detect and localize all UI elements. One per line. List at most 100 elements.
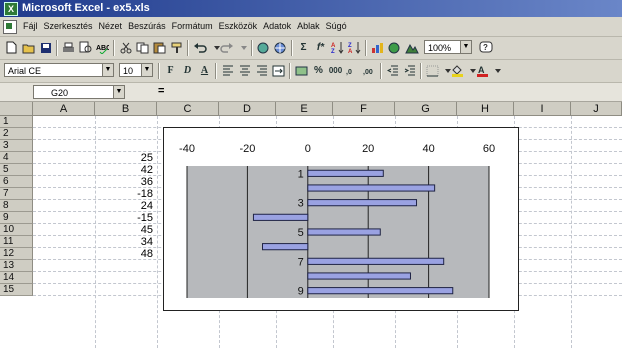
- column-header-a[interactable]: A: [33, 102, 95, 116]
- font-name-select[interactable]: Arial CE ▼: [4, 63, 114, 77]
- cell-b11[interactable]: 34: [95, 236, 153, 248]
- drawing-icon[interactable]: [404, 40, 419, 55]
- function-icon[interactable]: f*: [313, 40, 328, 55]
- column-header-i[interactable]: I: [514, 102, 571, 116]
- hyperlink-icon[interactable]: [256, 40, 271, 55]
- svg-text:,00: ,00: [363, 69, 373, 76]
- column-header-e[interactable]: E: [276, 102, 333, 116]
- format-painter-icon[interactable]: [169, 40, 184, 55]
- align-left-icon[interactable]: [220, 63, 235, 78]
- decrease-indent-icon[interactable]: [385, 63, 400, 78]
- font-color-icon[interactable]: A: [475, 63, 490, 78]
- cell-b12[interactable]: 48: [95, 248, 153, 260]
- row-header[interactable]: 5: [0, 164, 33, 176]
- row-header[interactable]: 6: [0, 176, 33, 188]
- chevron-down-icon[interactable]: ▼: [113, 86, 124, 98]
- save-icon[interactable]: [38, 40, 53, 55]
- bold-button[interactable]: F: [163, 63, 178, 78]
- menu-help[interactable]: Súgó: [323, 17, 350, 36]
- select-all-corner[interactable]: [0, 102, 33, 116]
- increase-decimal-icon[interactable]: ,0: [345, 63, 360, 78]
- new-icon[interactable]: [4, 40, 19, 55]
- menu-edit[interactable]: Szerkesztés: [41, 17, 96, 36]
- spelling-icon[interactable]: ABC: [95, 40, 110, 55]
- redo-icon[interactable]: [219, 40, 234, 55]
- row-header[interactable]: 10: [0, 224, 33, 236]
- embedded-chart[interactable]: -40 -20 0 20 40 60 1 3 5 7 9: [163, 127, 519, 311]
- row-header[interactable]: 4: [0, 152, 33, 164]
- map-icon[interactable]: [387, 40, 402, 55]
- menu-format[interactable]: Formátum: [169, 17, 216, 36]
- web-toolbar-icon[interactable]: [273, 40, 288, 55]
- workbook-icon[interactable]: [3, 20, 17, 34]
- redo-dropdown-icon[interactable]: [236, 40, 251, 55]
- menu-insert[interactable]: Beszúrás: [125, 17, 169, 36]
- currency-icon[interactable]: [294, 63, 309, 78]
- increase-indent-icon[interactable]: [402, 63, 417, 78]
- align-right-icon[interactable]: [254, 63, 269, 78]
- autosum-icon[interactable]: Σ: [296, 40, 311, 55]
- row-header[interactable]: 12: [0, 248, 33, 260]
- font-size-select[interactable]: 10 ▼: [119, 63, 153, 77]
- excel-app-icon[interactable]: X: [4, 2, 18, 16]
- bar-chart[interactable]: -40 -20 0 20 40 60 1 3 5 7 9: [164, 128, 518, 310]
- column-header-f[interactable]: F: [333, 102, 395, 116]
- cell-b8[interactable]: 24: [95, 200, 153, 212]
- column-header-c[interactable]: C: [157, 102, 219, 116]
- borders-icon[interactable]: [425, 63, 440, 78]
- cut-icon[interactable]: [118, 40, 133, 55]
- menu-file[interactable]: Fájl: [20, 17, 41, 36]
- menu-tools[interactable]: Eszközök: [216, 17, 261, 36]
- print-preview-icon[interactable]: [78, 40, 93, 55]
- row-header[interactable]: 3: [0, 140, 33, 152]
- cell-b7[interactable]: -18: [95, 188, 153, 200]
- menu-view[interactable]: Nézet: [96, 17, 126, 36]
- cell-b10[interactable]: 45: [95, 224, 153, 236]
- row-header[interactable]: 15: [0, 284, 33, 296]
- copy-icon[interactable]: [135, 40, 150, 55]
- column-header-g[interactable]: G: [395, 102, 457, 116]
- percent-button[interactable]: %: [311, 63, 326, 78]
- fill-color-icon[interactable]: [450, 63, 465, 78]
- help-icon[interactable]: ?: [478, 40, 493, 55]
- cell-b6[interactable]: 36: [95, 176, 153, 188]
- menu-window[interactable]: Ablak: [294, 17, 323, 36]
- merge-center-icon[interactable]: [271, 63, 286, 78]
- font-color-dropdown-icon[interactable]: [490, 63, 505, 78]
- chart-wizard-icon[interactable]: [370, 40, 385, 55]
- row-header[interactable]: 2: [0, 128, 33, 140]
- row-header[interactable]: 9: [0, 212, 33, 224]
- column-header-b[interactable]: B: [95, 102, 157, 116]
- cell-b9[interactable]: -15: [95, 212, 153, 224]
- chevron-down-icon[interactable]: ▼: [102, 64, 113, 76]
- column-header-d[interactable]: D: [219, 102, 276, 116]
- cell-b4[interactable]: 25: [95, 152, 153, 164]
- row-header[interactable]: 1: [0, 116, 33, 128]
- row-header[interactable]: 8: [0, 200, 33, 212]
- column-header-h[interactable]: H: [457, 102, 514, 116]
- thousands-button[interactable]: 000: [328, 63, 343, 78]
- name-box[interactable]: G20 ▼: [33, 85, 125, 99]
- italic-button[interactable]: D: [180, 63, 195, 78]
- formula-input[interactable]: [172, 85, 620, 99]
- column-header-j[interactable]: J: [571, 102, 622, 116]
- print-icon[interactable]: [61, 40, 76, 55]
- align-center-icon[interactable]: [237, 63, 252, 78]
- chevron-down-icon[interactable]: ▼: [460, 41, 471, 53]
- zoom-select[interactable]: 100% ▼: [424, 40, 472, 54]
- decrease-decimal-icon[interactable]: ,00: [362, 63, 377, 78]
- row-header[interactable]: 7: [0, 188, 33, 200]
- sort-ascending-icon[interactable]: AZ: [330, 40, 345, 55]
- underline-button[interactable]: A: [197, 63, 212, 78]
- row-header[interactable]: 14: [0, 272, 33, 284]
- open-icon[interactable]: [21, 40, 36, 55]
- formula-equals-button[interactable]: =: [158, 85, 164, 97]
- cell-b5[interactable]: 42: [95, 164, 153, 176]
- row-header[interactable]: 11: [0, 236, 33, 248]
- menu-data[interactable]: Adatok: [260, 17, 294, 36]
- row-header[interactable]: 13: [0, 260, 33, 272]
- undo-icon[interactable]: [192, 40, 207, 55]
- sort-descending-icon[interactable]: ZA: [347, 40, 362, 55]
- paste-icon[interactable]: [152, 40, 167, 55]
- chevron-down-icon[interactable]: ▼: [141, 64, 152, 76]
